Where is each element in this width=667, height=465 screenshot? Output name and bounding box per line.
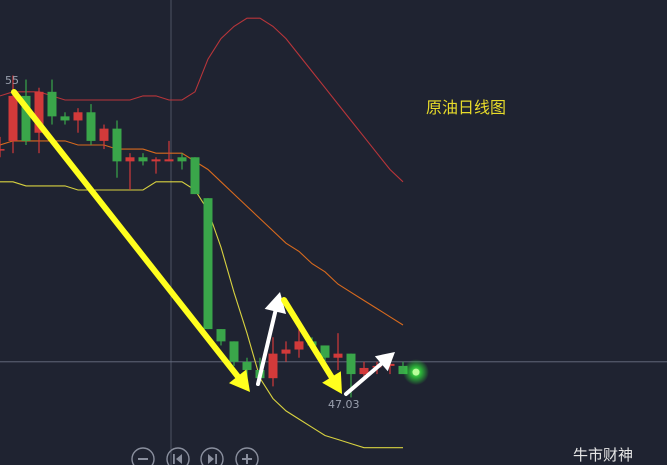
candle-body (73, 112, 83, 121)
chart-root: 55 47.03 原油日线图 牛市财神 (0, 0, 667, 465)
down-arrow-2-shaft (281, 297, 335, 380)
candle-body (151, 159, 161, 162)
candle-body (164, 159, 174, 162)
high-price-label: 55 (5, 74, 19, 87)
step-back-icon[interactable] (166, 447, 190, 465)
candle (151, 157, 161, 174)
candle (0, 136, 5, 158)
candle (47, 79, 57, 125)
label-layer: 55 47.03 原油日线图 牛市财神 (5, 74, 633, 464)
candlestick-chart: 55 47.03 原油日线图 牛市财神 (0, 0, 667, 465)
candle (229, 341, 239, 366)
candle-body (0, 149, 5, 151)
down-arrow-2 (281, 297, 342, 394)
candle (268, 337, 278, 387)
chart-title: 原油日线图 (426, 98, 506, 117)
candle-body (216, 329, 226, 342)
candle-body (99, 128, 109, 141)
candle (86, 104, 96, 145)
candle-body (333, 353, 343, 358)
candle-body (177, 157, 187, 162)
candle-body (294, 341, 304, 350)
candle-body (281, 349, 291, 354)
candle (190, 157, 200, 195)
candle (73, 108, 83, 133)
candle-layer (0, 75, 408, 398)
candle-body (346, 353, 356, 375)
band-layer (0, 17, 404, 449)
watermark: 牛市财神 (573, 446, 633, 464)
candle (164, 140, 174, 162)
last-price-dot (412, 368, 420, 376)
candle-body (112, 128, 122, 162)
candle (281, 341, 291, 362)
candle-body (47, 91, 57, 117)
candle-body (86, 112, 96, 141)
candle-body (268, 353, 278, 379)
candle-body (125, 157, 135, 162)
candle-body (190, 157, 200, 195)
arrow-layer (11, 89, 429, 396)
low-price-label: 47.03 (328, 398, 360, 411)
candle (333, 333, 343, 370)
candle-body (229, 341, 239, 362)
upper-band-line (0, 17, 404, 183)
step-forward-icon[interactable] (200, 447, 224, 465)
mid-band-line (0, 140, 404, 326)
candle-body (60, 116, 70, 121)
candle (138, 153, 148, 166)
candle-body (242, 361, 252, 370)
candle-body (8, 95, 18, 141)
candle-body (203, 198, 213, 330)
zoom-toolbar (131, 447, 259, 465)
candle (203, 198, 213, 330)
plus-icon[interactable] (235, 447, 259, 465)
grid-layer (0, 0, 667, 465)
down-arrow-1 (11, 89, 250, 392)
minus-icon[interactable] (131, 447, 155, 465)
candle-body (138, 157, 148, 162)
candle (216, 329, 226, 346)
candle (112, 120, 122, 178)
candle-body (359, 367, 369, 375)
candle (60, 112, 70, 125)
candle (125, 153, 135, 190)
